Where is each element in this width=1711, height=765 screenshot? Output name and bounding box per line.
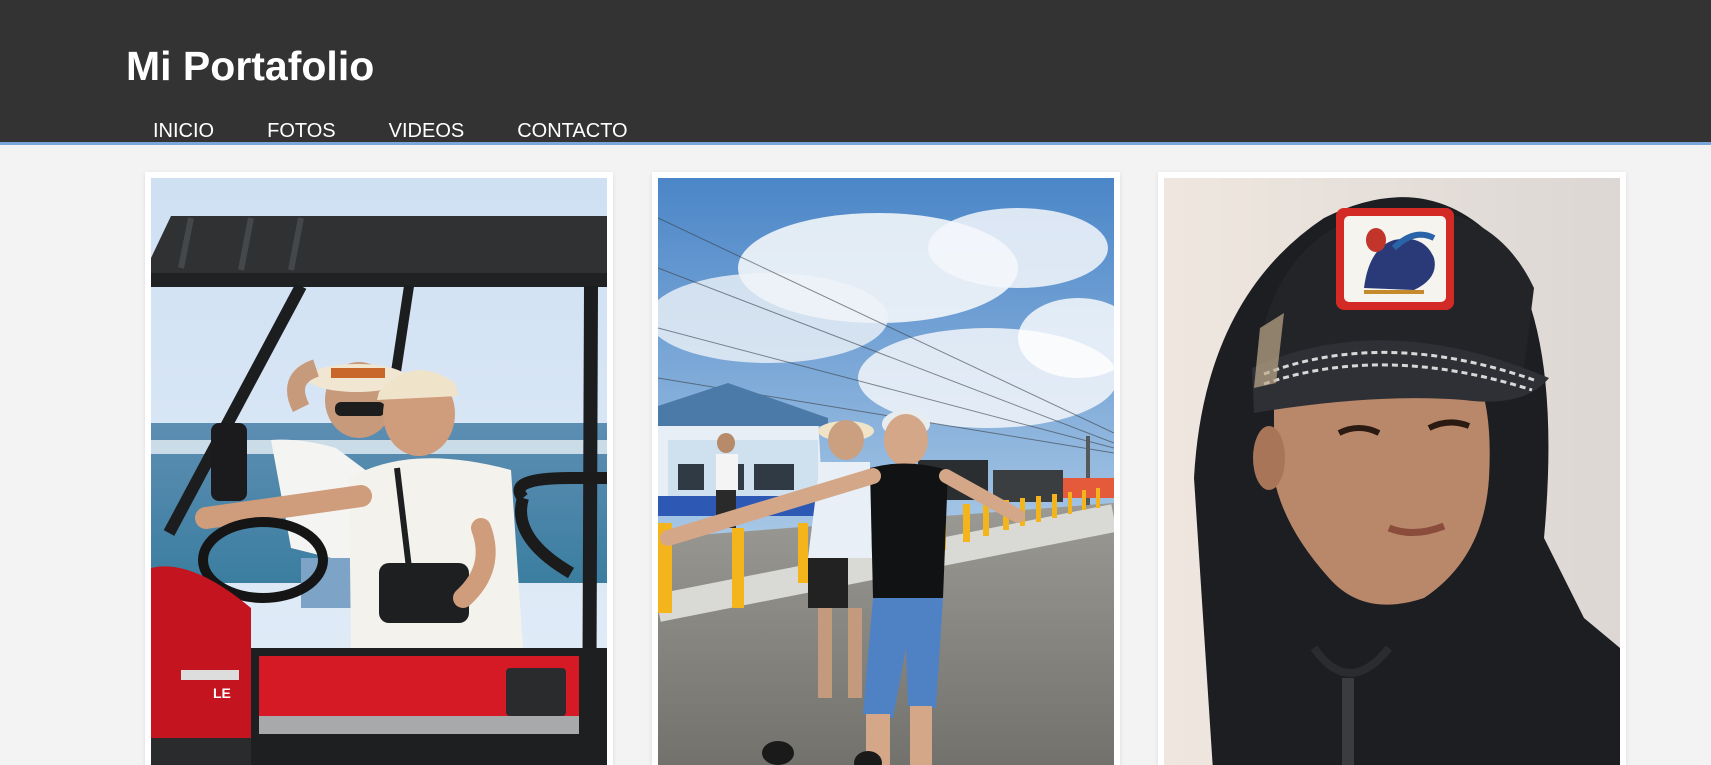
svg-text:LE: LE <box>213 685 231 701</box>
nav-link-videos[interactable]: VIDEOS <box>389 118 465 144</box>
photo-hoodie-portrait <box>1164 178 1620 765</box>
photo-card[interactable] <box>652 172 1120 765</box>
photo-card[interactable] <box>1158 172 1626 765</box>
photo-seaside-street <box>658 178 1114 765</box>
photo-card[interactable]: LE <box>145 172 613 765</box>
photo-utv: LE <box>151 178 607 765</box>
main-nav: INICIO FOTOS VIDEOS CONTACTO <box>153 118 628 144</box>
site-title: Mi Portafolio <box>126 43 375 89</box>
site-header: Mi Portafolio INICIO FOTOS VIDEOS CONTAC… <box>0 0 1711 145</box>
nav-link-fotos[interactable]: FOTOS <box>267 118 336 144</box>
nav-link-inicio[interactable]: INICIO <box>153 118 214 144</box>
nav-link-contacto[interactable]: CONTACTO <box>517 118 627 144</box>
